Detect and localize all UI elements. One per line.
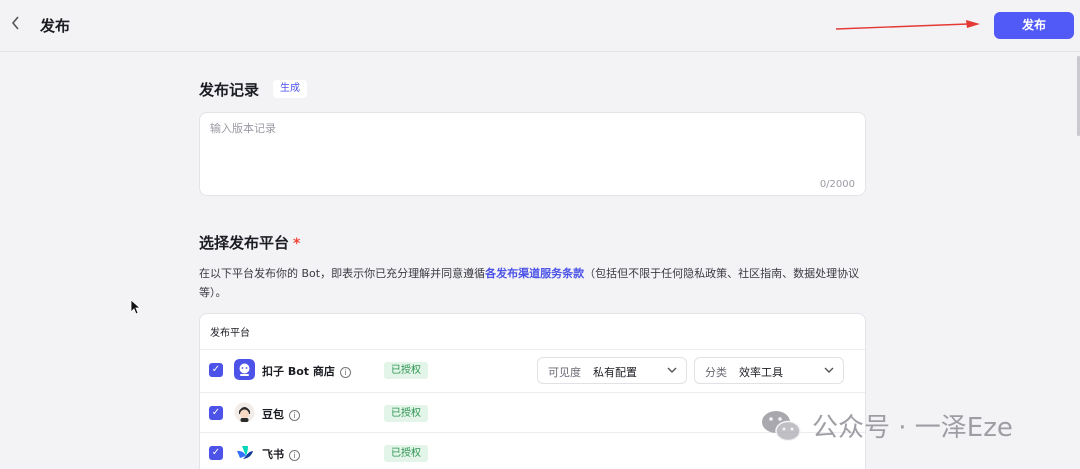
platform-title-text: 选择发布平台 — [199, 234, 290, 252]
watermark: 公众号 · 一泽Eze — [760, 407, 1013, 444]
wechat-icon — [762, 410, 801, 441]
record-placeholder: 输入版本记录 — [210, 122, 276, 135]
info-icon[interactable]: i — [289, 450, 300, 461]
platform-description: 在以下平台发布你的 Bot，即表示你已充分理解并同意遵循各发布渠道服务条款（包括… — [199, 264, 869, 302]
chevron-down-icon — [667, 362, 677, 381]
category-value: 效率工具 — [739, 366, 783, 379]
visibility-label: 可见度 — [548, 366, 581, 379]
status-badge: 已授权 — [384, 362, 428, 379]
category-select[interactable]: 分类 效率工具 — [694, 357, 844, 384]
checkbox[interactable]: ✓ — [209, 363, 223, 377]
top-bar: 发布 发布 — [0, 0, 1080, 52]
chevron-down-icon — [824, 362, 834, 381]
platform-section-title: 选择发布平台 * — [199, 232, 300, 253]
generate-button[interactable]: 生成 — [273, 80, 307, 98]
platform-name-text: 扣子 Bot 商店 — [262, 365, 335, 378]
red-arrow-annotation — [836, 20, 980, 30]
char-counter: 0/2000 — [819, 179, 855, 190]
platform-name: 豆包 i — [262, 406, 300, 422]
watermark-text: 公众号 · 一泽Eze — [812, 413, 1013, 443]
platform-row-coze-store: ✓ 扣子 Bot 商店 i 已授权 可见度 私有配置 分类 效率工具 — [200, 349, 865, 389]
checkbox[interactable]: ✓ — [209, 406, 223, 420]
status-badge: 已授权 — [384, 445, 428, 462]
page-title: 发布 — [40, 17, 71, 35]
category-label: 分类 — [705, 366, 727, 379]
info-icon[interactable]: i — [339, 367, 351, 378]
desc-text-before: 在以下平台发布你的 Bot，即表示你已充分理解并同意遵循 — [199, 267, 486, 280]
record-section-title: 发布记录 — [199, 81, 260, 99]
platform-name: 扣子 Bot 商店 i — [262, 363, 351, 379]
platform-name: 飞书 i — [262, 446, 300, 462]
platform-name-text: 飞书 — [262, 448, 284, 461]
cursor-icon — [130, 299, 140, 315]
visibility-select[interactable]: 可见度 私有配置 — [537, 357, 687, 384]
coze-store-icon — [234, 359, 255, 380]
info-icon[interactable]: i — [289, 410, 300, 421]
visibility-value: 私有配置 — [593, 366, 637, 379]
checkbox[interactable]: ✓ — [209, 446, 223, 460]
table-header: 发布平台 — [210, 328, 250, 339]
feishu-icon — [237, 446, 253, 459]
chevron-left-icon — [11, 16, 19, 30]
version-record-input[interactable]: 输入版本记录 0/2000 — [199, 112, 866, 196]
doubao-icon — [234, 402, 255, 423]
terms-link[interactable]: 各发布渠道服务条款 — [485, 267, 584, 280]
back-button[interactable] — [10, 14, 28, 36]
status-badge: 已授权 — [384, 405, 428, 422]
platform-table: 发布平台 ✓ 扣子 Bot 商店 i 已授权 可见度 私有配置 分类 效率工具 — [199, 313, 866, 469]
publish-button[interactable]: 发布 — [994, 12, 1074, 39]
platform-name-text: 豆包 — [262, 408, 284, 421]
required-mark: * — [293, 236, 301, 252]
